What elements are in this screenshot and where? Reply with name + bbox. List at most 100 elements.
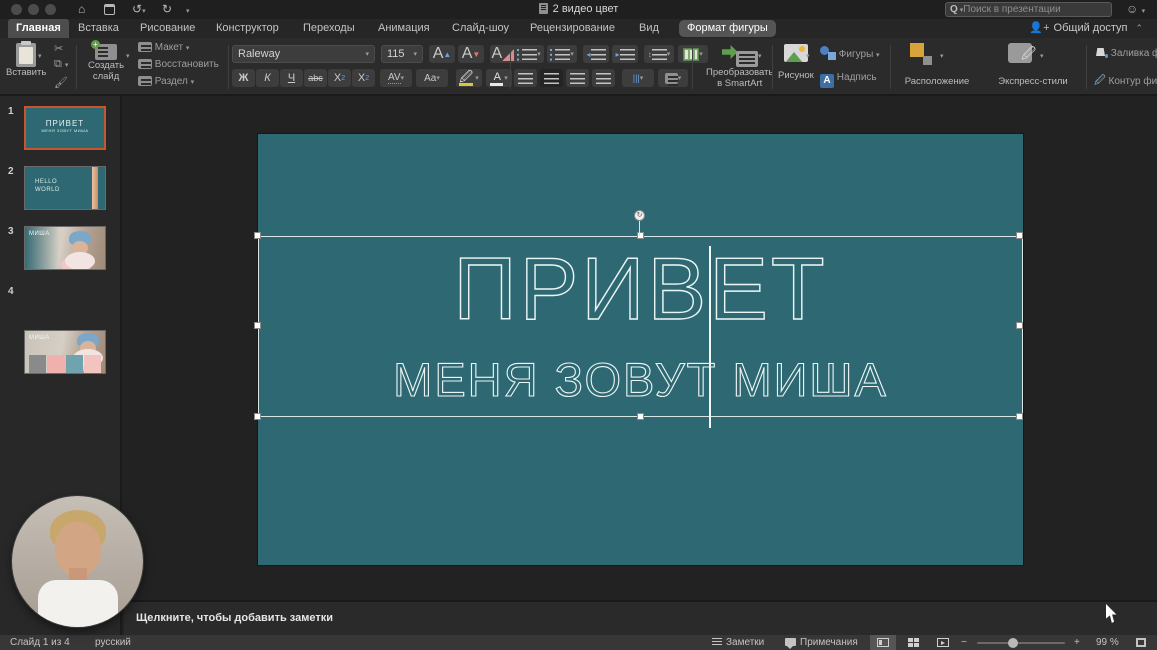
paste-caret-icon[interactable]: ▾	[38, 52, 42, 60]
resize-handle-middle-left[interactable]	[254, 322, 261, 329]
bullets-button[interactable]: ▾	[514, 45, 544, 63]
decrease-font-size-button[interactable]: A▼	[458, 45, 484, 63]
shapes-button[interactable]: Фигуры ▾	[820, 46, 880, 60]
align-left-button[interactable]	[514, 69, 537, 87]
tab-slideshow[interactable]: Слайд-шоу	[444, 19, 517, 38]
smartart-caret-icon[interactable]: ▾	[758, 52, 762, 60]
fit-to-window-icon[interactable]	[1136, 638, 1146, 647]
quick-styles-button[interactable]	[1008, 43, 1032, 63]
resize-handle-middle-right[interactable]	[1016, 322, 1023, 329]
copy-icon[interactable]: ⧉ ▾	[54, 58, 68, 71]
section-button[interactable]: Раздел ▾	[138, 76, 194, 87]
font-size-select[interactable]: 115▾	[381, 45, 423, 63]
zoom-out-button[interactable]: −	[961, 635, 967, 650]
slide-thumbnail-2[interactable]: HELLOWORLD	[24, 166, 106, 210]
convert-to-smartart-button[interactable]: Преобразоватьв SmartArt	[706, 43, 773, 89]
resize-handle-bottom-right[interactable]	[1016, 413, 1023, 420]
shape-fill-button[interactable]: Заливка фигуры ▾	[1094, 46, 1157, 59]
align-text-button[interactable]: ▾	[658, 69, 688, 87]
shape-style-group: Заливка фигуры ▾ 🖉 Контур фигуры ▾	[1094, 38, 1156, 96]
slide-thumbnail-1[interactable]: ПРИВЕТ МЕНЯ ЗОВУТ МИША	[24, 106, 106, 150]
zoom-level[interactable]: 99 %	[1096, 635, 1119, 650]
line-spacing-button[interactable]: ↕▾	[644, 45, 674, 63]
italic-button[interactable]: К	[256, 69, 279, 87]
reset-icon	[138, 59, 152, 69]
zoom-slider-track[interactable]	[977, 642, 1065, 644]
notes-icon	[712, 638, 722, 646]
rotate-handle[interactable]: ↻	[634, 210, 645, 221]
picture-caret-icon[interactable]: ▾	[806, 52, 810, 60]
paste-button[interactable]: Вставить	[6, 43, 46, 78]
tab-home[interactable]: Главная	[8, 19, 69, 38]
resize-handle-bottom-center[interactable]	[637, 413, 644, 420]
change-case-button[interactable]: Aa▾	[416, 69, 448, 87]
zoom-in-button[interactable]: +	[1074, 635, 1080, 650]
textbox-button[interactable]: A Надпись	[820, 72, 877, 88]
slide-thumbnail-3[interactable]: МИША	[24, 226, 106, 270]
slide-thumbnail-4[interactable]: МИША	[24, 330, 106, 374]
align-center-button[interactable]	[540, 69, 563, 87]
decrease-indent-button[interactable]: ◂	[583, 45, 609, 63]
tab-draw[interactable]: Рисование	[132, 19, 203, 38]
increase-indent-button[interactable]: ▸	[612, 45, 638, 63]
strikethrough-button[interactable]: abc	[304, 69, 327, 87]
tab-transitions[interactable]: Переходы	[295, 19, 363, 38]
arrange-caret-icon[interactable]: ▾	[940, 52, 944, 60]
increase-font-size-button[interactable]: A▲	[429, 45, 455, 63]
language-indicator[interactable]: русский	[95, 635, 131, 650]
slide-canvas[interactable]: ПРИВЕТ МЕНЯ ЗОВУТ МИША ↻	[124, 96, 1157, 600]
justify-button[interactable]	[592, 69, 615, 87]
arrange-button[interactable]	[910, 43, 932, 65]
highlight-color-button[interactable]: ▾	[456, 69, 482, 87]
character-spacing-button[interactable]: AV▾	[380, 69, 412, 87]
normal-view-button[interactable]	[870, 635, 896, 650]
notes-toggle[interactable]: Заметки	[712, 635, 764, 650]
new-slide-caret-icon[interactable]: ▾	[126, 52, 130, 60]
cut-icon[interactable]: ✂	[54, 42, 63, 55]
collapse-ribbon-icon[interactable]: ⌃	[1135, 23, 1143, 33]
tab-view[interactable]: Вид	[631, 19, 667, 38]
resize-handle-bottom-left[interactable]	[254, 413, 261, 420]
notes-placeholder[interactable]: Щелкните, чтобы добавить заметки	[136, 612, 333, 624]
comments-toggle[interactable]: Примечания	[785, 635, 858, 650]
font-name-select[interactable]: Raleway▾	[232, 45, 375, 63]
text-direction-button[interactable]: |||▾	[622, 69, 654, 87]
subscript-button[interactable]: X2	[352, 69, 375, 87]
slide-editing-surface[interactable]: ПРИВЕТ МЕНЯ ЗОВУТ МИША ↻	[258, 134, 1023, 565]
resize-handle-top-left[interactable]	[254, 232, 261, 239]
share-button[interactable]: 👤+Общий доступ⌃	[1029, 19, 1143, 38]
bold-button[interactable]: Ж	[232, 69, 255, 87]
tab-shape-format[interactable]: Формат фигуры	[679, 20, 776, 37]
shape-outline-button[interactable]: 🖉 Контур фигуры ▾	[1094, 72, 1157, 91]
slide-sorter-view-button[interactable]	[900, 635, 926, 650]
tab-insert[interactable]: Вставка	[70, 19, 127, 38]
textbox-selection-rect[interactable]	[258, 236, 1023, 417]
shapes-icon	[820, 46, 836, 60]
notes-pane[interactable]: Щелкните, чтобы добавить заметки	[124, 600, 1157, 635]
tab-design[interactable]: Конструктор	[208, 19, 287, 38]
new-slide-button[interactable]: + Создатьслайд	[88, 44, 124, 82]
search-input[interactable]	[963, 4, 1107, 15]
layout-icon	[138, 42, 152, 52]
picture-button[interactable]: Рисунок	[778, 44, 814, 81]
superscript-button[interactable]: X2	[328, 69, 351, 87]
feedback-smiley-icon[interactable]: ☺ ▾	[1126, 2, 1145, 16]
tab-review[interactable]: Рецензирование	[522, 19, 623, 38]
section-icon	[138, 76, 152, 86]
reset-button[interactable]: Восстановить	[138, 59, 219, 70]
font-color-button[interactable]: А▾	[486, 69, 512, 87]
paragraph-group: ▾ ▾ ◂ ▸ ↕▾ ▾ |||▾ ▾	[514, 38, 686, 96]
underline-button[interactable]: Ч	[280, 69, 303, 87]
layout-button[interactable]: Макет ▾	[138, 42, 189, 53]
zoom-slider-thumb[interactable]	[1008, 638, 1018, 648]
numbering-button[interactable]: ▾	[547, 45, 577, 63]
align-right-button[interactable]	[566, 69, 589, 87]
resize-handle-top-right[interactable]	[1016, 232, 1023, 239]
slideshow-view-button[interactable]	[930, 635, 956, 650]
tab-animations[interactable]: Анимация	[370, 19, 438, 38]
search-box[interactable]: Q▾	[945, 2, 1112, 17]
clear-formatting-button[interactable]: A◢	[490, 45, 516, 63]
quick-styles-caret-icon[interactable]: ▾	[1040, 52, 1044, 60]
format-painter-icon[interactable]: 🖌	[54, 76, 68, 89]
font-color-icon: А	[490, 71, 504, 86]
